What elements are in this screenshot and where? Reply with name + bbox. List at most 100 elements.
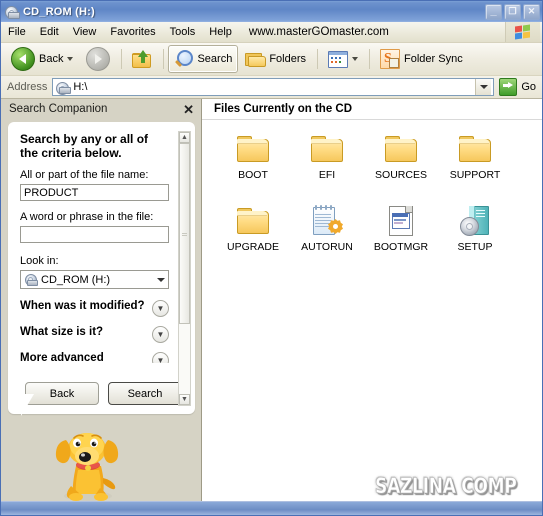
window-title: CD_ROM (H:)	[23, 5, 95, 18]
menubar-url-text: www.masterGOmaster.com	[248, 26, 389, 38]
address-input[interactable]: H:\	[52, 78, 495, 96]
file-list-header: Files Currently on the CD	[202, 99, 542, 120]
file-item-boot[interactable]: BOOT	[216, 133, 290, 201]
lookin-value: CD_ROM (H:)	[41, 273, 111, 286]
search-panel-scrollbar[interactable]: ▲ ▼	[178, 131, 191, 406]
option-more-advanced[interactable]: More advanced ▼	[20, 352, 169, 363]
minimize-button[interactable]: _	[485, 3, 502, 20]
up-folder-icon	[132, 50, 152, 68]
folder-icon	[458, 133, 492, 165]
filename-label: All or part of the file name:	[20, 169, 149, 181]
file-grid: BOOT EFI SOURCES SUPPORT UPGRADE AUTORUN…	[202, 120, 542, 501]
window-body: Search Companion ✕ Search by any or all …	[1, 99, 542, 501]
cdrom-drive-icon	[4, 4, 20, 19]
filename-input[interactable]: PRODUCT	[20, 184, 169, 201]
lookin-label: Look in:	[20, 255, 59, 267]
dog-mascot-icon[interactable]	[49, 426, 127, 504]
phrase-label: A word or phrase in the file:	[20, 211, 154, 223]
windows-flag-icon	[514, 24, 532, 40]
lookin-select[interactable]: CD_ROM (H:)	[20, 270, 169, 289]
scrollbar-track[interactable]	[179, 143, 190, 394]
menu-edit[interactable]: Edit	[33, 24, 66, 40]
chevron-down-icon	[156, 277, 165, 282]
folders-button-label: Folders	[269, 53, 307, 65]
back-button[interactable]: Back	[5, 45, 79, 73]
menu-favorites[interactable]: Favorites	[103, 24, 162, 40]
address-cdrom-drive-icon	[55, 80, 72, 95]
folder-sync-button[interactable]: S Folder Sync	[374, 45, 469, 73]
up-one-level-button[interactable]	[126, 45, 158, 73]
toolbar-separator-2	[163, 49, 165, 69]
close-icon[interactable]: ✕	[183, 103, 194, 116]
mascot-area	[1, 414, 201, 501]
toolbar-separator	[121, 49, 123, 69]
lookin-dropdown-button[interactable]	[153, 271, 168, 288]
application-icon	[458, 205, 492, 237]
search-back-button[interactable]: Back	[25, 382, 99, 405]
address-label: Address	[7, 81, 48, 93]
views-button[interactable]	[322, 45, 364, 73]
option-what-size[interactable]: What size is it? ▼	[20, 326, 169, 343]
maximize-button[interactable]: ❐	[504, 3, 521, 20]
folder-sync-label: Folder Sync	[404, 53, 463, 65]
speech-bubble-tail	[21, 394, 34, 416]
menu-file[interactable]: File	[1, 24, 33, 40]
back-arrow-icon	[11, 47, 35, 71]
file-item-label: AUTORUN	[301, 241, 353, 253]
menu-view[interactable]: View	[66, 24, 104, 40]
search-companion-panel: Search Companion ✕ Search by any or all …	[1, 99, 202, 501]
search-submit-button[interactable]: Search	[108, 382, 182, 405]
explorer-window: CD_ROM (H:) _ ❐ ✕ File Edit View Favorit…	[0, 0, 543, 516]
option-what-size-label: What size is it?	[20, 326, 104, 338]
autorun-inf-icon	[310, 205, 344, 237]
close-button[interactable]: ✕	[523, 3, 540, 20]
option-when-modified[interactable]: When was it modified? ▼	[20, 300, 169, 317]
scroll-down-button[interactable]: ▼	[179, 394, 190, 405]
file-item-autorun[interactable]: AUTORUN	[290, 205, 364, 273]
file-item-sources[interactable]: SOURCES	[364, 133, 438, 201]
minimize-icon: _	[490, 4, 497, 17]
address-bar: Address H:\ Go	[1, 76, 542, 99]
menu-tools[interactable]: Tools	[163, 24, 203, 40]
scrollbar-thumb[interactable]	[179, 143, 190, 324]
file-item-setup[interactable]: SETUP	[438, 205, 512, 273]
file-item-label: SETUP	[457, 241, 493, 253]
views-chevron-down-icon[interactable]	[352, 57, 359, 61]
file-item-support[interactable]: SUPPORT	[438, 133, 512, 201]
folder-icon	[310, 133, 344, 165]
file-list-title: Files Currently on the CD	[214, 103, 353, 115]
file-item-label: SUPPORT	[449, 169, 501, 181]
scroll-up-button[interactable]: ▲	[179, 132, 190, 143]
toolbar: Back Search Folders S Folder Sync	[1, 43, 542, 76]
maximize-icon: ❐	[508, 6, 517, 16]
forward-arrow-icon	[86, 47, 111, 71]
address-value: H:\	[73, 81, 88, 93]
forward-button[interactable]	[80, 45, 116, 73]
folders-button[interactable]: Folders	[239, 45, 312, 73]
search-button[interactable]: Search	[168, 45, 239, 73]
file-item-label: BOOTMGR	[373, 241, 429, 253]
go-button[interactable]: Go	[499, 78, 539, 96]
expand-chevron-icon[interactable]: ▼	[152, 326, 169, 343]
file-item-efi[interactable]: EFI	[290, 133, 364, 201]
lookin-cdrom-drive-icon	[24, 273, 38, 286]
chevron-down-icon[interactable]	[67, 57, 74, 61]
option-when-modified-label: When was it modified?	[20, 300, 145, 312]
expand-chevron-icon[interactable]: ▼	[152, 352, 169, 363]
folder-icon	[236, 205, 270, 237]
file-item-upgrade[interactable]: UPGRADE	[216, 205, 290, 273]
file-item-label: EFI	[318, 169, 336, 181]
expand-chevron-icon[interactable]: ▼	[152, 300, 169, 317]
file-list-panel: Files Currently on the CD BOOT EFI SOURC…	[202, 99, 542, 501]
search-companion-title: Search Companion	[9, 103, 108, 115]
views-icon	[328, 50, 349, 68]
window-controls: _ ❐ ✕	[485, 3, 540, 20]
menu-help[interactable]: Help	[202, 24, 239, 40]
address-dropdown-button[interactable]	[475, 79, 492, 95]
file-item-bootmgr[interactable]: BOOTMGR	[364, 205, 438, 273]
file-item-label: UPGRADE	[227, 241, 279, 253]
menu-bar: File Edit View Favorites Tools Help www.…	[1, 22, 542, 43]
back-button-label: Back	[39, 53, 64, 65]
phrase-input[interactable]	[20, 226, 169, 243]
windows-brand-button[interactable]	[505, 22, 540, 42]
